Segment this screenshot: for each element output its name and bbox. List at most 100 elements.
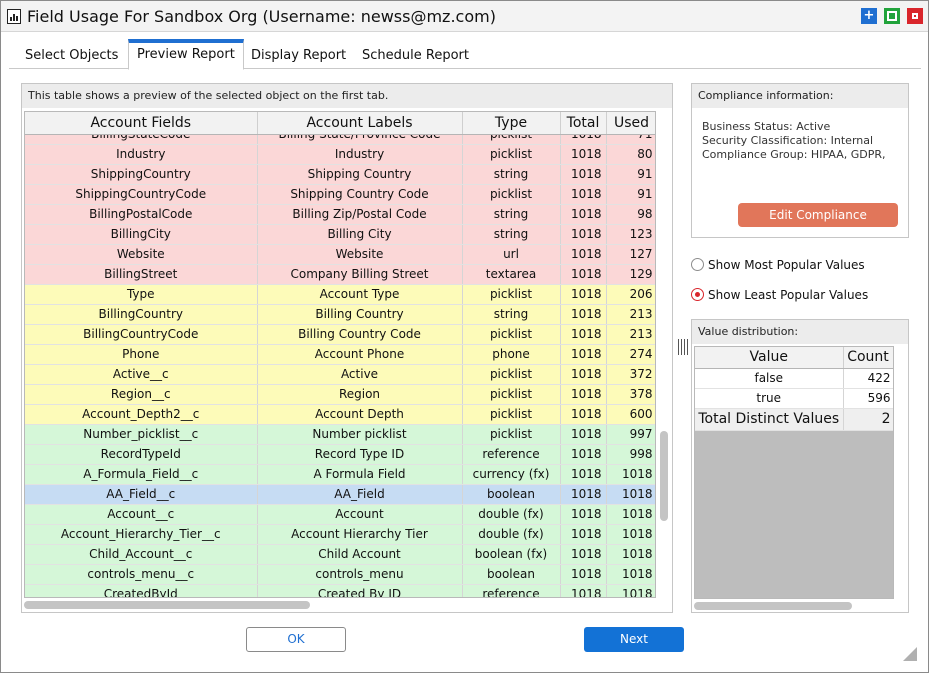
used-cell: 1018 <box>606 584 655 597</box>
used-cell: 213 <box>606 304 655 325</box>
field-type-cell: boolean <box>462 564 561 585</box>
most-popular-option[interactable]: Show Most Popular Values <box>691 258 865 272</box>
preview-caption: This table shows a preview of the select… <box>22 84 672 108</box>
edit-compliance-button[interactable]: Edit Compliance <box>738 203 898 227</box>
total-cell: 1018 <box>560 244 607 265</box>
field-name-cell: CreatedById <box>25 584 258 597</box>
used-cell: 98 <box>606 204 655 225</box>
table-row[interactable]: Industry Industry picklist 1018 80 <box>25 144 655 165</box>
least-popular-option[interactable]: Show Least Popular Values <box>691 288 868 302</box>
tab-display-report[interactable]: Display Report <box>251 43 346 69</box>
table-row[interactable]: Account_Hierarchy_Tier__c Account Hierarc… <box>25 524 655 545</box>
table-row[interactable]: BillingPostalCode Billing Zip/Postal Code… <box>25 204 655 225</box>
field-type-cell: string <box>462 304 561 325</box>
table-row[interactable]: ShippingCountryCode Shipping Country Code… <box>25 184 655 205</box>
used-cell: 80 <box>606 144 655 165</box>
value-cell: false <box>695 368 844 389</box>
table-row[interactable]: BillingStreet Company Billing Street texta… <box>25 264 655 285</box>
field-label-cell: Billing Country <box>257 304 463 325</box>
column-header-count[interactable]: Count <box>843 347 893 369</box>
field-name-cell: Phone <box>25 344 258 365</box>
distribution-horizontal-scrollbar[interactable] <box>694 601 894 611</box>
column-header-used[interactable]: Used <box>606 112 655 135</box>
total-cell: 1018 <box>560 404 607 425</box>
field-name-cell: Account_Depth2__c <box>25 404 258 425</box>
table-row[interactable]: RecordTypeId Record Type ID reference 1018 9… <box>25 444 655 465</box>
field-type-cell: boolean (fx) <box>462 544 561 565</box>
tab-schedule-report[interactable]: Schedule Report <box>362 43 469 69</box>
table-row[interactable]: controls_menu__c controls_menu boolean 1018… <box>25 564 655 585</box>
table-header: Account Fields Account Labels Type Total… <box>25 112 655 135</box>
compliance-line: Security Classification: Internal <box>702 134 874 147</box>
field-name-cell: AA_Field__c <box>25 484 258 505</box>
column-header-labels[interactable]: Account Labels <box>257 112 463 135</box>
distribution-scroll-thumb[interactable] <box>694 602 852 610</box>
table-row[interactable]: Website Website url 1018 127 <box>25 244 655 265</box>
restore-icon[interactable] <box>884 8 900 24</box>
table-row[interactable]: Number_picklist__c Number picklist picklis… <box>25 424 655 445</box>
most-popular-radio[interactable] <box>691 258 704 271</box>
field-label-cell: Account <box>257 504 463 525</box>
next-button[interactable]: Next <box>584 627 684 652</box>
column-header-type[interactable]: Type <box>462 112 561 135</box>
field-label-cell: Active <box>257 364 463 385</box>
vertical-scroll-thumb[interactable] <box>660 431 668 521</box>
used-cell: 1018 <box>606 544 655 565</box>
tab-preview-report[interactable]: Preview Report <box>128 39 244 70</box>
column-header-total[interactable]: Total <box>560 112 607 135</box>
count-cell: 422 <box>843 368 893 389</box>
column-header-value[interactable]: Value <box>695 347 844 369</box>
field-type-cell: picklist <box>462 284 561 305</box>
field-type-cell: picklist <box>462 364 561 385</box>
field-name-cell: BillingPostalCode <box>25 204 258 225</box>
tab-select-objects[interactable]: Select Objects <box>25 43 118 69</box>
table-row[interactable]: BillingCountry Billing Country string 1018 2… <box>25 304 655 325</box>
table-row[interactable]: AA_Field__c AA_Field boolean 1018 1018 <box>25 484 655 505</box>
table-row[interactable]: Type Account Type picklist 1018 206 <box>25 284 655 305</box>
field-type-cell: picklist <box>462 424 561 445</box>
table-row[interactable]: Account__c Account double (fx) 1018 1018 <box>25 504 655 525</box>
used-cell: 1018 <box>606 564 655 585</box>
splitter-handle-icon[interactable] <box>677 339 688 355</box>
table-row[interactable]: BillingCity Billing City string 1018 123 <box>25 224 655 245</box>
close-icon[interactable] <box>907 8 923 24</box>
ok-button[interactable]: OK <box>246 627 346 652</box>
table-row[interactable]: Region__c Region picklist 1018 378 <box>25 384 655 405</box>
field-type-cell: picklist <box>462 184 561 205</box>
count-cell: 596 <box>843 388 893 409</box>
table-row[interactable]: Child_Account__c Child Account boolean (fx… <box>25 544 655 565</box>
table-row[interactable]: true 596 <box>695 388 893 409</box>
used-cell: 91 <box>606 184 655 205</box>
table-row[interactable]: Active__c Active picklist 1018 372 <box>25 364 655 385</box>
resize-grip-icon[interactable] <box>903 647 917 661</box>
field-name-cell: Type <box>25 284 258 305</box>
field-label-cell: Shipping Country Code <box>257 184 463 205</box>
used-cell: 1018 <box>606 524 655 545</box>
column-header-fields[interactable]: Account Fields <box>25 112 258 135</box>
used-cell: 123 <box>606 224 655 245</box>
table-row[interactable]: Phone Account Phone phone 1018 274 <box>25 344 655 365</box>
total-cell: 1018 <box>560 444 607 465</box>
total-cell: 1018 <box>560 224 607 245</box>
used-cell: 997 <box>606 424 655 445</box>
maximize-icon[interactable]: + <box>861 8 877 24</box>
table-horizontal-scrollbar[interactable] <box>24 600 656 610</box>
table-vertical-scrollbar[interactable] <box>658 111 670 598</box>
field-type-cell: string <box>462 224 561 245</box>
field-name-cell: Account__c <box>25 504 258 525</box>
table-row[interactable]: A_Formula_Field__c A Formula Field currenc… <box>25 464 655 485</box>
field-label-cell: Industry <box>257 144 463 165</box>
total-cell: 1018 <box>560 204 607 225</box>
field-name-cell: controls_menu__c <box>25 564 258 585</box>
horizontal-scroll-thumb[interactable] <box>24 601 310 609</box>
used-cell: 129 <box>606 264 655 285</box>
distribution-caption: Value distribution: <box>692 320 908 344</box>
table-row[interactable]: BillingStateCodeBilling State/Province C… <box>25 135 655 145</box>
table-row[interactable]: Account_Depth2__c Account Depth picklist 10… <box>25 404 655 425</box>
table-row[interactable]: CreatedById Created By ID reference 1018 101… <box>25 584 655 597</box>
table-row[interactable]: BillingCountryCode Billing Country Code pi… <box>25 324 655 345</box>
least-popular-radio[interactable] <box>691 288 704 301</box>
table-row[interactable]: ShippingCountry Shipping Country string 101… <box>25 164 655 185</box>
field-label-cell: Account Type <box>257 284 463 305</box>
table-row[interactable]: false 422 <box>695 368 893 389</box>
